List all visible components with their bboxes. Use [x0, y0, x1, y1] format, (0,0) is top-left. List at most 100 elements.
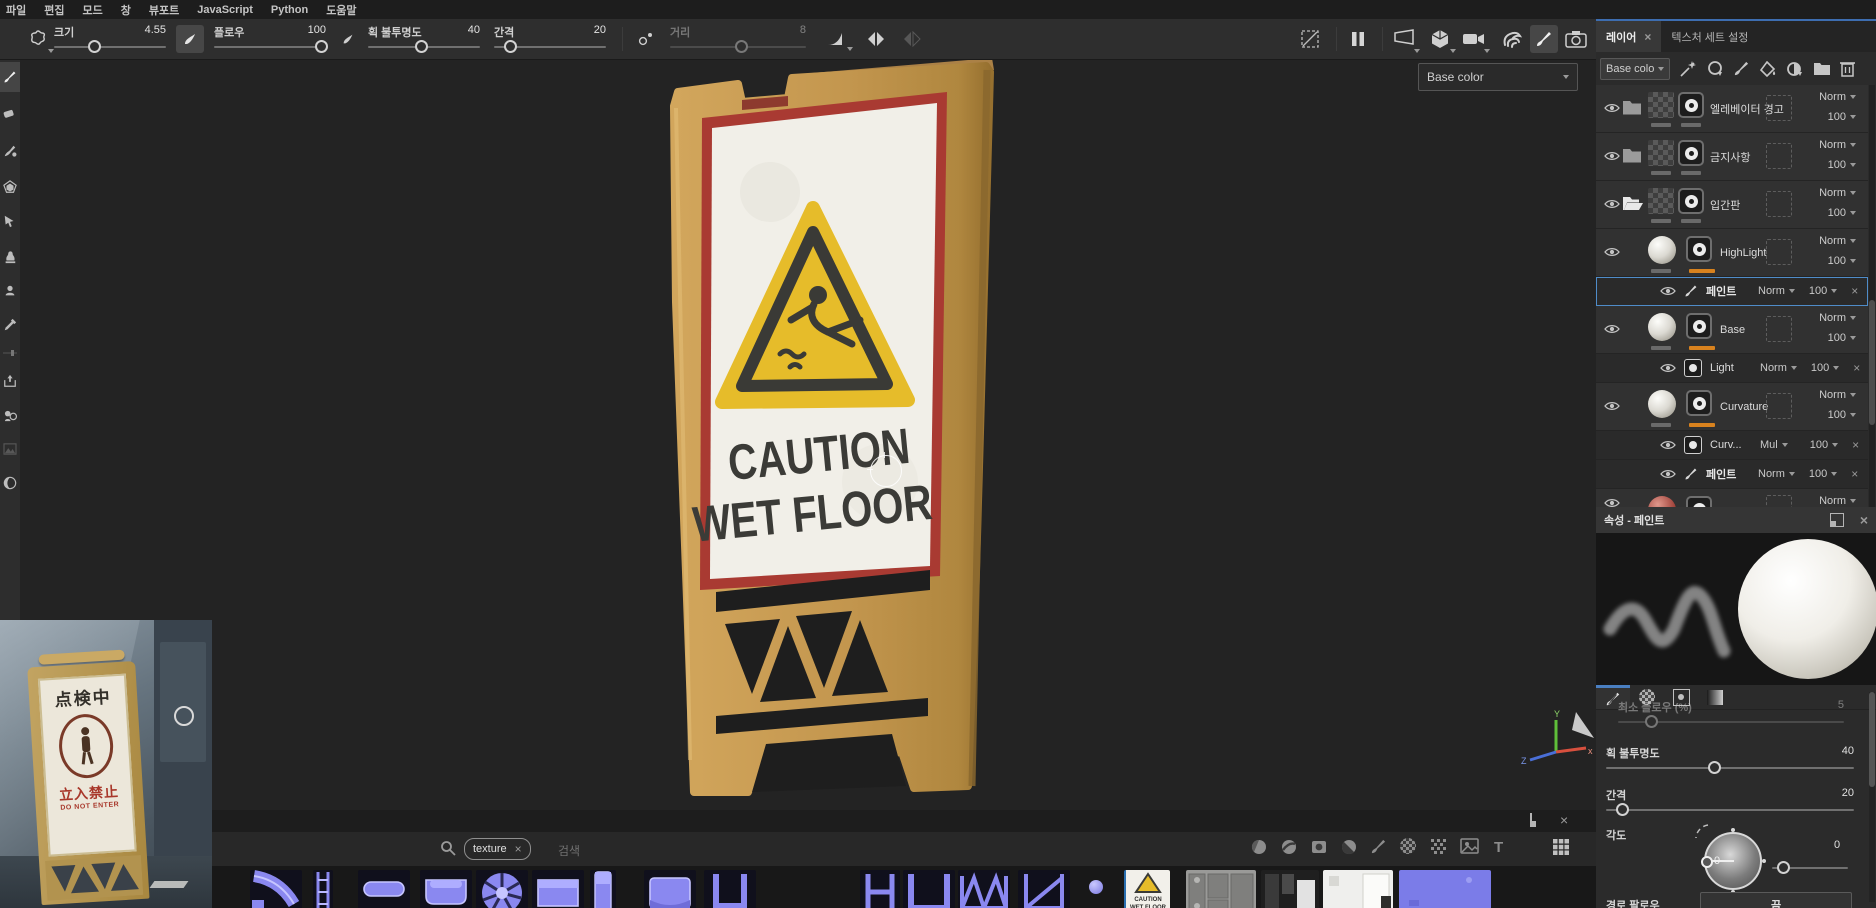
- layer-content-thumbnail[interactable]: [1648, 140, 1674, 166]
- opacity-dropdown[interactable]: 100: [1809, 285, 1837, 297]
- visibility-eye-icon[interactable]: [1660, 468, 1676, 480]
- opacity-dropdown[interactable]: 100: [1828, 207, 1856, 219]
- remove-sublayer-icon[interactable]: ×: [1851, 467, 1858, 481]
- eraser-tool[interactable]: [0, 100, 20, 126]
- pause-engine-button[interactable]: [1344, 25, 1372, 53]
- layer-mask-thumbnail[interactable]: [1678, 140, 1704, 166]
- blend-mode-dropdown[interactable]: Norm: [1819, 187, 1856, 199]
- material-sphere-thumbnail[interactable]: [1648, 236, 1676, 264]
- layer-row-elevator-warning[interactable]: 엘레베이터 경고 Norm 100: [1596, 85, 1868, 133]
- menu-file[interactable]: 파일: [6, 2, 26, 18]
- sublayer-row-paint[interactable]: 페인트 Norm 100 ×: [1596, 460, 1868, 489]
- layer-mask-thumbnail[interactable]: [1686, 496, 1712, 507]
- stencil-image-tool[interactable]: [0, 436, 20, 462]
- menu-javascript[interactable]: JavaScript: [197, 4, 253, 16]
- channel-dropdown[interactable]: Base color: [1418, 63, 1578, 91]
- asset-thumbnail-open-box[interactable]: [903, 870, 955, 908]
- layer-mask-thumbnail[interactable]: [1686, 390, 1712, 416]
- asset-thumbnail-dark-texture[interactable]: [1261, 870, 1319, 908]
- asset-thumbnail-ladder[interactable]: [313, 870, 333, 908]
- layers-scrollbar[interactable]: [1869, 85, 1875, 507]
- filter-smart-materials-icon[interactable]: [1280, 838, 1298, 856]
- filter-text-icon[interactable]: T: [1494, 839, 1503, 856]
- paint-mode-button[interactable]: [1530, 25, 1558, 53]
- asset-thumbnail-curve[interactable]: [250, 870, 302, 908]
- opacity-dropdown[interactable]: 100: [1828, 111, 1856, 123]
- size-slider[interactable]: 크기 4.55: [52, 23, 168, 57]
- blend-mode-dropdown[interactable]: Norm: [1758, 468, 1795, 480]
- polygon-fill-tool[interactable]: [0, 174, 20, 200]
- mesh-view-button[interactable]: [1426, 25, 1454, 53]
- symmetry-radial-button[interactable]: [898, 25, 926, 53]
- menu-edit[interactable]: 편집: [44, 2, 64, 18]
- stroke-opacity-slider[interactable]: 획 불투명도 40: [366, 23, 482, 57]
- layer-row-curvature[interactable]: Curvature Norm 100: [1596, 383, 1868, 431]
- properties-scrollbar[interactable]: [1869, 692, 1875, 902]
- filter-filters-icon[interactable]: [1340, 838, 1358, 856]
- axis-gizmo[interactable]: Y Z x: [1518, 708, 1596, 780]
- tab-layers[interactable]: 레이어 ×: [1596, 21, 1661, 52]
- close-icon[interactable]: ×: [1560, 812, 1568, 828]
- material-sphere-thumbnail[interactable]: [1648, 390, 1676, 418]
- viewport-3d[interactable]: CAUTION WET FLOOR Base color: [20, 60, 1596, 810]
- layer-row-highlight[interactable]: HighLight Norm 100: [1596, 229, 1868, 277]
- projection-mode-button[interactable]: [1390, 25, 1418, 53]
- opacity-dropdown[interactable]: 100: [1809, 468, 1837, 480]
- menu-window[interactable]: 창: [121, 2, 131, 18]
- menu-viewport[interactable]: 뷰포트: [149, 2, 179, 18]
- min-flow-slider[interactable]: 최소 플로우 (%) 5: [1618, 699, 1844, 735]
- selection-visibility-button[interactable]: [1296, 25, 1324, 53]
- spacing-slider[interactable]: 간격 20: [492, 23, 608, 57]
- visibility-eye-icon[interactable]: [1604, 497, 1620, 507]
- visibility-eye-icon[interactable]: [1604, 246, 1620, 258]
- distance-slider[interactable]: 거리 8: [668, 23, 808, 57]
- opacity-dropdown[interactable]: 100: [1828, 409, 1856, 421]
- clone-tool[interactable]: [0, 244, 20, 270]
- render-camera-button[interactable]: [1562, 25, 1590, 53]
- close-icon[interactable]: ×: [1644, 30, 1651, 44]
- layer-row-prohibitions[interactable]: 금지사항 Norm 100: [1596, 133, 1868, 181]
- add-folder-icon[interactable]: [1813, 61, 1831, 76]
- sublayer-row-curvature-map[interactable]: Curv... Mul 100 ×: [1596, 431, 1868, 460]
- opacity-dropdown[interactable]: 100: [1810, 439, 1838, 451]
- layer-mask-thumbnail[interactable]: [1686, 236, 1712, 262]
- dock-icon[interactable]: [1530, 813, 1532, 827]
- blend-mode-dropdown[interactable]: Norm: [1819, 235, 1856, 247]
- blend-mode-dropdown[interactable]: Norm: [1819, 312, 1856, 324]
- asset-thumbnail-diagonal[interactable]: [1018, 870, 1070, 908]
- asset-thumbnail-white-texture[interactable]: [1323, 870, 1393, 908]
- angle-dial[interactable]: 0: [1704, 832, 1762, 890]
- layer-mask-thumbnail[interactable]: [1678, 92, 1704, 118]
- environment-sphere-tool[interactable]: [0, 470, 20, 496]
- menu-help[interactable]: 도움말: [326, 2, 356, 18]
- layer-row-standing-sign[interactable]: 입간판 Norm 100: [1596, 181, 1868, 229]
- channel-filter-dropdown[interactable]: Base colo: [1600, 58, 1670, 80]
- layer-content-thumbnail[interactable]: [1648, 188, 1674, 214]
- wet-floor-sign-model[interactable]: CAUTION WET FLOOR: [630, 60, 1030, 810]
- falloff-curve-button[interactable]: [822, 25, 850, 53]
- blend-mode-dropdown[interactable]: Mul: [1760, 439, 1788, 451]
- filter-procedurals-icon[interactable]: [1430, 838, 1448, 856]
- particles-button[interactable]: [1498, 25, 1526, 53]
- opacity-dropdown[interactable]: 100: [1828, 255, 1856, 267]
- camera-view-button[interactable]: [1460, 25, 1488, 53]
- filter-smart-masks-icon[interactable]: [1310, 838, 1328, 856]
- visibility-eye-icon[interactable]: [1660, 439, 1676, 451]
- blend-mode-dropdown[interactable]: Norm: [1758, 285, 1795, 297]
- filter-materials-icon[interactable]: [1250, 838, 1268, 856]
- asset-thumbnail-zigzag[interactable]: [958, 870, 1010, 908]
- blend-mode-dropdown[interactable]: Norm: [1819, 389, 1856, 401]
- projection-tool[interactable]: [0, 138, 20, 164]
- search-placeholder[interactable]: 검색: [558, 842, 580, 859]
- asset-thumbnail-normal-map[interactable]: [1399, 870, 1491, 908]
- asset-thumbnail-caution-sign[interactable]: CAUTION WET FLOOR: [1124, 870, 1170, 908]
- material-sphere-thumbnail[interactable]: [1648, 313, 1676, 341]
- add-smart-mask-icon[interactable]: [1786, 60, 1804, 78]
- visibility-eye-icon[interactable]: [1604, 323, 1620, 335]
- filter-environments-icon[interactable]: [1460, 838, 1479, 854]
- material-picker-tool[interactable]: [0, 312, 20, 338]
- paint-tool[interactable]: [0, 62, 20, 92]
- export-tool[interactable]: [0, 368, 20, 394]
- search-filter-chip[interactable]: texture ×: [464, 838, 531, 860]
- remove-sublayer-icon[interactable]: ×: [1851, 284, 1858, 298]
